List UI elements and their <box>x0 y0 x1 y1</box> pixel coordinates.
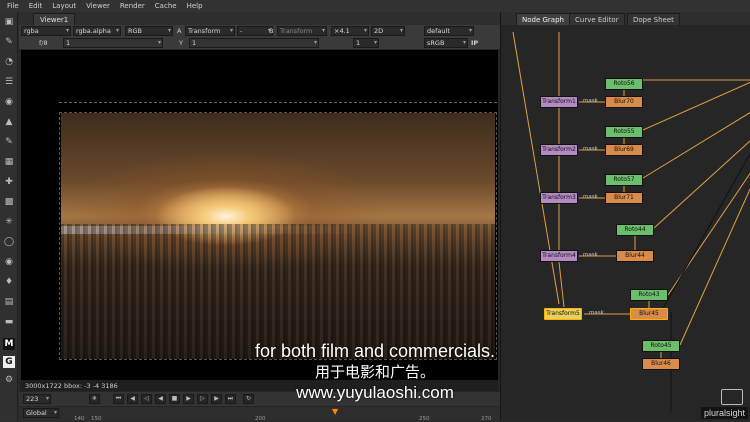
blur-node[interactable]: Blur69 <box>605 144 643 156</box>
menu-edit[interactable]: Edit <box>24 2 48 10</box>
a-input-label: A <box>177 27 181 35</box>
view-mode-dropdown[interactable]: 2D <box>371 26 405 36</box>
ruler-tick: 250 <box>419 416 430 422</box>
transform-node-selected[interactable]: Transform5 <box>544 308 582 320</box>
image-icon[interactable]: ▣ <box>3 16 15 28</box>
city-sunset-image <box>61 113 495 359</box>
a-input-dropdown[interactable]: Transform <box>185 26 235 36</box>
operation-dropdown[interactable]: - <box>237 26 273 36</box>
subtitle-url: www.yuyulaoshi.com <box>0 382 750 404</box>
other-icon[interactable]: ▬ <box>3 316 15 328</box>
deep-icon[interactable]: ◯ <box>3 236 15 248</box>
menu-render[interactable]: Render <box>115 2 150 10</box>
viewer-tabbar: Viewer1 <box>19 12 500 25</box>
draw-icon[interactable]: ✎ <box>3 36 15 48</box>
city-layer <box>61 224 495 359</box>
tab-viewer1[interactable]: Viewer1 <box>33 13 75 25</box>
ruler-tick: 200 <box>255 416 266 422</box>
blur-node[interactable]: Blur71 <box>605 192 643 204</box>
menu-file[interactable]: File <box>2 2 24 10</box>
views-icon[interactable]: ◉ <box>3 256 15 268</box>
y-label: Y <box>179 39 183 47</box>
fstop-label: f/8 <box>39 39 48 47</box>
watermark-text: pluralsight <box>701 407 748 419</box>
viewer-controls-row1: rgba rgba.alpha RGB A Transform - B Tran… <box>19 25 500 37</box>
subtitle-english: for both film and commercials. <box>0 340 750 362</box>
menu-viewer[interactable]: Viewer <box>81 2 115 10</box>
transform-node[interactable]: Transform1 <box>540 96 578 108</box>
particles-icon[interactable]: ✳ <box>3 216 15 228</box>
color-icon[interactable]: ◉ <box>3 96 15 108</box>
alpha-dropdown[interactable]: rgba.alpha <box>73 26 121 36</box>
transform-node[interactable]: Transform4 <box>540 250 578 262</box>
roto-node[interactable]: Roto57 <box>605 174 643 186</box>
merge-icon[interactable]: ▦ <box>3 156 15 168</box>
proxy-dropdown[interactable]: 1 <box>353 38 379 48</box>
viewer-controls-row2: f/8 1 Y 1 1 sRGB IP <box>19 37 500 49</box>
ruler-tick: 140 <box>74 416 85 422</box>
roto-node[interactable]: Roto56 <box>605 78 643 90</box>
menu-help[interactable]: Help <box>182 2 208 10</box>
mask-label: mask <box>583 252 598 258</box>
transform-icon[interactable]: ✚ <box>3 176 15 188</box>
b-input-label: B <box>269 27 273 35</box>
toolsets-icon[interactable]: ▤ <box>3 296 15 308</box>
time-icon[interactable]: ◔ <box>3 56 15 68</box>
keyer-icon[interactable]: ✎ <box>3 136 15 148</box>
blur-node[interactable]: Blur44 <box>616 250 654 262</box>
timeline-ruler[interactable]: Global 140 150 200 250 270 ▼ <box>19 407 500 421</box>
ruler-tick: 150 <box>91 416 102 422</box>
3d-icon[interactable]: ▩ <box>3 196 15 208</box>
menu-bar: File Edit Layout Viewer Render Cache Hel… <box>0 0 750 12</box>
viewer-canvas[interactable] <box>21 50 498 380</box>
channels-dropdown[interactable]: rgba <box>21 26 71 36</box>
color-dropdown[interactable]: RGB <box>125 26 173 36</box>
mask-label: mask <box>583 146 598 152</box>
b-input-dropdown[interactable]: Transform <box>277 26 327 36</box>
mask-label: mask <box>589 310 604 316</box>
ip-button[interactable]: IP <box>471 39 478 47</box>
blur-node[interactable]: Blur70 <box>605 96 643 108</box>
scope-dropdown[interactable]: Global <box>23 408 59 418</box>
ruler-tick: 270 <box>481 416 492 422</box>
gain-slider[interactable]: 1 <box>63 38 163 48</box>
colorspace-dropdown[interactable]: sRGB <box>424 38 468 48</box>
roto-node[interactable]: Roto55 <box>605 126 643 138</box>
filter-icon[interactable]: ▲ <box>3 116 15 128</box>
menu-cache[interactable]: Cache <box>150 2 182 10</box>
play-frame-icon <box>721 389 743 405</box>
mask-label: mask <box>583 194 598 200</box>
lut-dropdown[interactable]: default <box>424 26 474 36</box>
mask-label: mask <box>583 98 598 104</box>
blur-node[interactable]: Blur45 <box>630 308 668 320</box>
channel-icon[interactable]: ☰ <box>3 76 15 88</box>
gamma-slider[interactable]: 1 <box>189 38 319 48</box>
transform-node[interactable]: Transform2 <box>540 144 578 156</box>
roto-node[interactable]: Roto44 <box>616 224 654 236</box>
subtitle-chinese: 用于电影和广告。 <box>0 362 750 382</box>
transform-node[interactable]: Transform3 <box>540 192 578 204</box>
roto-node[interactable]: Roto43 <box>630 289 668 301</box>
subtitle-overlay: for both film and commercials. 用于电影和广告。 … <box>0 340 750 404</box>
playhead-marker-icon[interactable]: ▼ <box>332 407 338 416</box>
pluralsight-watermark: pluralsight <box>688 389 748 419</box>
zoom-dropdown[interactable]: ×4.1 <box>331 26 369 36</box>
metadata-icon[interactable]: ♦ <box>3 276 15 288</box>
menu-layout[interactable]: Layout <box>47 2 81 10</box>
